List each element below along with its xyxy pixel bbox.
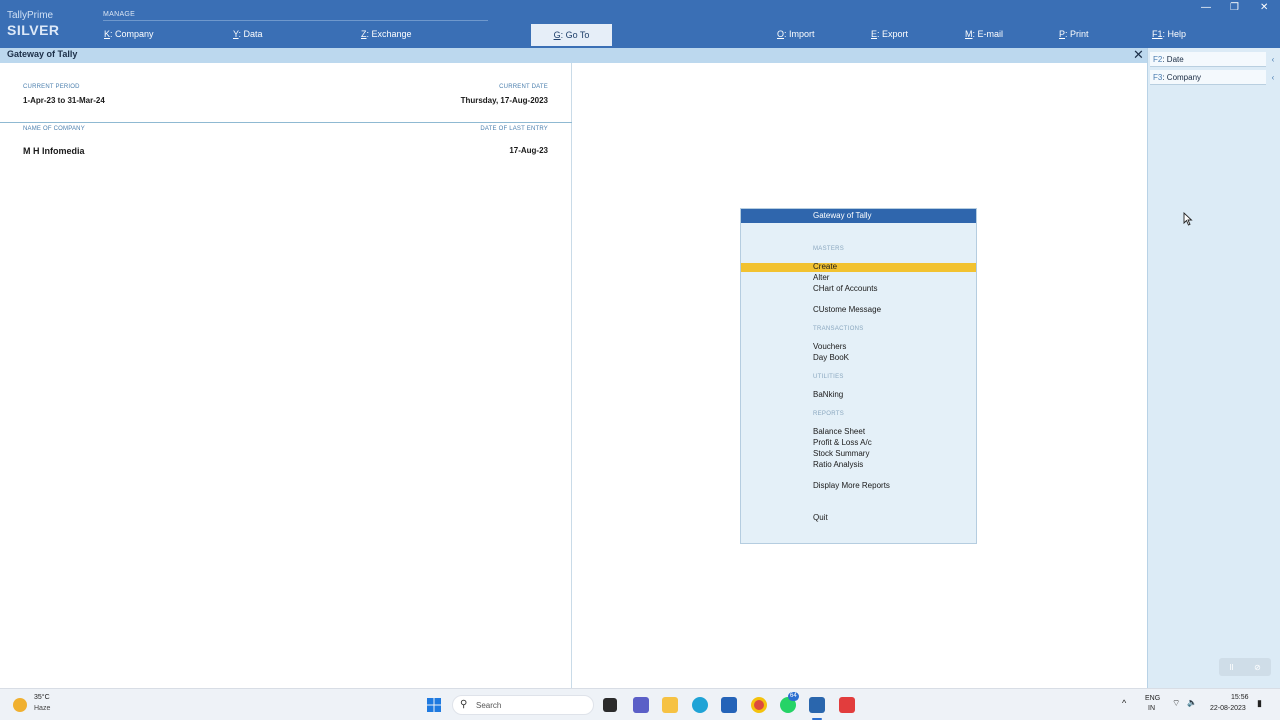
volume-icon[interactable]: 🔈: [1187, 698, 1197, 707]
screen-title-bar: Gateway of Tally ✕: [0, 47, 1147, 63]
panel-divider: [0, 122, 572, 123]
weather-temperature[interactable]: 35°C: [34, 694, 50, 701]
menu-data[interactable]: Y: Data: [233, 29, 263, 39]
whatsapp-badge: 64: [788, 692, 799, 701]
chrome-browser-icon[interactable]: [751, 697, 767, 713]
brand-edition: SILVER: [7, 22, 60, 38]
menu-help[interactable]: F1: Help: [1152, 29, 1186, 39]
menu-item-display-more-reports[interactable]: Display More Reports: [813, 481, 890, 490]
gateway-menu-header: Gateway of Tally: [741, 209, 976, 223]
current-date-label: CURRENT DATE: [499, 84, 548, 90]
clock-date[interactable]: 22-08-2023: [1210, 705, 1246, 712]
search-icon: ⚲: [460, 699, 468, 710]
menu-item-chart-of-accounts[interactable]: CHart of Accounts: [813, 284, 877, 293]
menu-company[interactable]: K: Company: [104, 29, 154, 39]
task-view-icon[interactable]: [603, 698, 617, 712]
tallyprime-window: TallyPrime SILVER MANAGE K: Company Y: D…: [0, 0, 1280, 720]
menu-item-create[interactable]: Create: [813, 262, 837, 271]
f2-date-button[interactable]: F2: Date: [1150, 52, 1266, 67]
menu-email[interactable]: M: E-mail: [965, 29, 1003, 39]
menu-item-custom-message[interactable]: CUstome Message: [813, 305, 881, 314]
search-placeholder: Search: [476, 701, 502, 710]
teams-chat-icon[interactable]: [633, 697, 649, 713]
menu-goto[interactable]: G: Go To: [531, 24, 612, 46]
selection-highlight: [741, 263, 976, 272]
taskbar-search[interactable]: ⚲ Search: [452, 695, 594, 715]
recorder-controls: II ⊘: [1219, 658, 1271, 676]
restore-button[interactable]: ❐: [1230, 2, 1239, 13]
close-icon[interactable]: ✕: [1133, 47, 1144, 63]
menu-item-vouchers[interactable]: Vouchers: [813, 342, 846, 351]
app-logo: TallyPrime SILVER: [7, 10, 60, 38]
section-utilities: UTILITIES: [813, 374, 844, 380]
section-reports: REPORTS: [813, 411, 844, 417]
menu-item-profit-loss[interactable]: Profit & Loss A/c: [813, 438, 872, 447]
gateway-menu: Gateway of Tally MASTERS Create Alter CH…: [740, 208, 977, 544]
file-explorer-icon[interactable]: [662, 697, 678, 713]
manage-divider: [103, 20, 488, 21]
menu-item-banking[interactable]: BaNking: [813, 390, 843, 399]
current-period-label: CURRENT PERIOD: [23, 84, 80, 90]
weather-sun-icon[interactable]: [13, 698, 27, 712]
notification-icon[interactable]: ▮: [1257, 698, 1262, 709]
windows-taskbar: 35°C Haze ⚲ Search 64 ^ ENG IN ⌔ 🔈 15:56…: [0, 688, 1280, 720]
edge-browser-icon[interactable]: [692, 697, 708, 713]
menu-item-quit[interactable]: Quit: [813, 513, 828, 522]
chevron-left-icon[interactable]: ‹: [1268, 70, 1278, 85]
chevron-up-icon[interactable]: ^: [1122, 698, 1126, 708]
menu-item-day-book[interactable]: Day BooK: [813, 353, 849, 362]
brand-name: TallyPrime: [7, 10, 54, 21]
f3-company-button[interactable]: F3: Company: [1150, 70, 1266, 85]
company-column-header: NAME OF COMPANY: [23, 126, 85, 132]
current-date-value[interactable]: Thursday, 17-Aug-2023: [461, 96, 548, 105]
wifi-icon[interactable]: ⌔: [1172, 698, 1180, 709]
stop-icon[interactable]: ⊘: [1254, 663, 1261, 672]
minimize-button[interactable]: —: [1201, 2, 1211, 13]
right-button-panel: F2: Date ‹ F3: Company ‹ II ⊘: [1147, 48, 1280, 688]
mouse-pointer-icon: [1183, 212, 1193, 226]
store-icon[interactable]: [721, 697, 737, 713]
company-name[interactable]: M H Infomedia: [23, 146, 85, 156]
language-code[interactable]: ENG: [1145, 695, 1160, 702]
menu-item-alter[interactable]: Alter: [813, 273, 829, 282]
screen-title: Gateway of Tally: [7, 49, 78, 59]
menu-export[interactable]: E: Export: [871, 29, 908, 39]
menu-item-ratio-analysis[interactable]: Ratio Analysis: [813, 460, 863, 469]
clock-time[interactable]: 15:56: [1231, 694, 1249, 701]
language-region[interactable]: IN: [1148, 705, 1155, 712]
menu-exchange[interactable]: Z: Exchange: [361, 29, 412, 39]
menu-print[interactable]: P: Print: [1059, 29, 1089, 39]
pause-icon[interactable]: II: [1229, 663, 1233, 672]
tallyprime-app-icon[interactable]: [809, 697, 825, 713]
chevron-left-icon[interactable]: ‹: [1268, 52, 1278, 67]
section-masters: MASTERS: [813, 246, 845, 252]
menu-import[interactable]: O: Import: [777, 29, 815, 39]
section-transactions: TRANSACTIONS: [813, 326, 864, 332]
manage-label: MANAGE: [103, 11, 136, 18]
current-period-value: 1-Apr-23 to 31-Mar-24: [23, 96, 105, 105]
window-close-button[interactable]: ✕: [1260, 2, 1268, 13]
last-entry-date: 17-Aug-23: [509, 146, 548, 155]
top-menu-bar: TallyPrime SILVER MANAGE K: Company Y: D…: [0, 0, 1280, 48]
last-entry-column-header: DATE OF LAST ENTRY: [480, 126, 548, 132]
windows-start-icon[interactable]: [426, 697, 442, 713]
menu-item-stock-summary[interactable]: Stock Summary: [813, 449, 869, 458]
menu-item-balance-sheet[interactable]: Balance Sheet: [813, 427, 865, 436]
screen-recorder-icon[interactable]: [839, 697, 855, 713]
company-info-panel: CURRENT PERIOD 1-Apr-23 to 31-Mar-24 CUR…: [0, 63, 572, 688]
weather-description[interactable]: Haze: [34, 705, 50, 712]
